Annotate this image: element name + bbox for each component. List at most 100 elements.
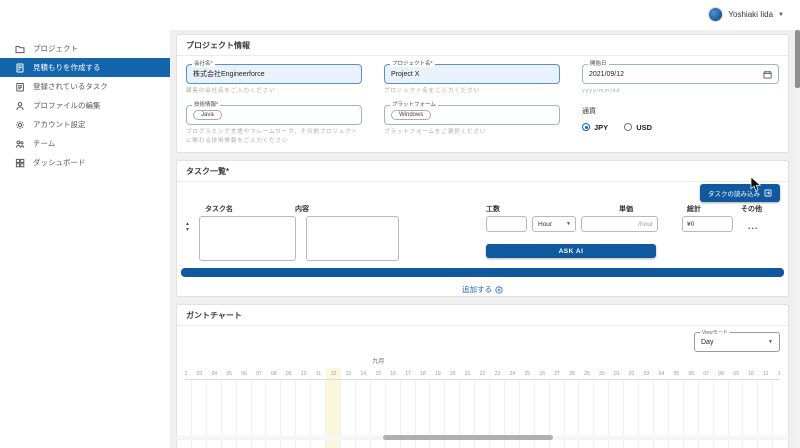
company-name-label: 会社名* [192, 61, 215, 67]
gantt-month-label: 九月 [372, 356, 384, 365]
view-mode-select[interactable]: Viewモード Day ▼ [694, 332, 780, 352]
settings-icon [15, 120, 25, 130]
gantt-title: ガントチャート [177, 305, 788, 326]
sidebar-item[interactable]: プロファイルの編集 [0, 96, 170, 115]
drag-handle[interactable]: ▲▼ [185, 222, 190, 233]
folder-icon [15, 44, 25, 54]
sidebar-item-label: ダッシュボード [33, 157, 86, 168]
platform-cell: プラットフォーム Windows プラットフォームをご選択ください [384, 105, 560, 146]
currency-label: 通貨 [582, 106, 779, 116]
col-hours: 工数 [486, 204, 500, 214]
gantt-day-label: 03 [639, 368, 654, 379]
import-icon [764, 189, 772, 197]
calendar-icon[interactable] [763, 70, 772, 79]
more-options-button[interactable]: ... [748, 222, 759, 231]
currency-cell: 通貨 JPY USD [582, 105, 779, 146]
tech-chip[interactable]: Java [193, 110, 222, 120]
task-name-input[interactable] [199, 216, 296, 261]
gantt-day-label: 06 [684, 368, 699, 379]
hours-input[interactable] [486, 216, 527, 232]
platform-helper-text: プラットフォームをご選択ください [384, 128, 560, 137]
gantt-day-label: 27 [550, 368, 565, 379]
view-mode-label: Viewモード [700, 329, 730, 336]
vertical-scrollbar[interactable] [795, 30, 800, 448]
sidebar-item[interactable]: アカウント設定 [0, 115, 170, 134]
gantt-day-label: 10 [743, 368, 758, 379]
gantt-day-label: 18 [416, 368, 431, 379]
gantt-day-label: 06 [237, 368, 252, 379]
add-task-button[interactable]: 追加する [462, 284, 503, 295]
sidebar-item-label: プロファイルの編集 [33, 100, 101, 111]
currency-radio-usd[interactable]: USD [624, 123, 652, 132]
company-cell: 会社名* 株式会社Engineerforce 顧客の会社名をご入力ください [186, 64, 362, 96]
task-list-title: タスク一覧* [177, 161, 788, 182]
project-name-label: プロジェクト名* [390, 61, 435, 67]
start-date-input[interactable]: 開始日 2021/09/12 [582, 64, 779, 84]
sidebar-menu: プロジェクト見積もりを作成する登録されているタスクプロファイルの編集アカウント設… [0, 39, 170, 172]
sidebar-item-label: 登録されているタスク [33, 81, 108, 92]
project-name-input[interactable]: プロジェクト名* Project X [384, 64, 560, 84]
sidebar-item[interactable]: 見積もりを作成する [0, 58, 170, 77]
gantt-day-label: 20 [445, 368, 460, 379]
date-format-hint: yyyy/mm/dd [582, 87, 779, 96]
vertical-scrollbar-thumb[interactable] [795, 30, 800, 88]
gantt-day-label: 08 [266, 368, 281, 379]
chevron-down-icon: ▼ [566, 221, 571, 227]
sidebar-item[interactable]: 登録されているタスク [0, 77, 170, 96]
col-description: 内容 [295, 204, 309, 214]
gantt-day-label: 12 [326, 368, 341, 379]
total-value: ¥0 [687, 221, 694, 228]
hours-unit-select[interactable]: Hour ▼ [532, 216, 576, 232]
view-mode-value: Day [701, 339, 713, 346]
sidebar-item-label: 見積もりを作成する [33, 62, 101, 73]
tech-info-input[interactable]: 技術情報* Java [186, 105, 362, 125]
radio-icon [582, 123, 590, 131]
sidebar-item[interactable]: ダッシュボード [0, 153, 170, 172]
horizontal-scrollbar[interactable] [176, 435, 789, 440]
sidebar-item[interactable]: プロジェクト [0, 39, 170, 58]
load-tasks-button[interactable]: タスクの読み込み [700, 184, 780, 202]
unit-price-input[interactable]: /hour [581, 216, 658, 232]
currency-radio-jpy[interactable]: JPY [582, 123, 608, 132]
sidebar: Engineerforce プロジェクト見積もりを作成する登録されているタスクプ… [0, 0, 170, 448]
project-cell: プロジェクト名* Project X プロジェクト名をご入力ください [384, 64, 560, 96]
sidebar-item[interactable]: チーム [0, 134, 170, 153]
user-menu[interactable]: Yoshiaki Iida ▼ [708, 7, 784, 22]
task-list-card: タスク一覧* タスクの読み込み タスク名 内容 工数 単価 総計 その他 ▲▼ … [176, 160, 789, 297]
divider-bar [181, 268, 784, 277]
ask-ai-button[interactable]: ASK AI [486, 244, 656, 258]
avatar [708, 7, 723, 22]
currency-option-label: JPY [594, 123, 608, 132]
radio-icon [624, 123, 632, 131]
gantt-day-label: 24 [505, 368, 520, 379]
project-helper-text: プロジェクト名をご入力ください [384, 87, 560, 96]
platform-input[interactable]: プラットフォーム Windows [384, 105, 560, 125]
gantt-day-label: 03 [192, 368, 207, 379]
gantt-day-label: 15 [371, 368, 386, 379]
start-date-value: 2021/09/12 [589, 71, 624, 78]
gantt-day-label: 02 [624, 368, 639, 379]
gantt-day-label: 01 [609, 368, 624, 379]
currency-option-label: USD [636, 123, 652, 132]
team-icon [15, 139, 25, 149]
col-unit-price: 単価 [619, 204, 633, 214]
company-name-input[interactable]: 会社名* 株式会社Engineerforce [186, 64, 362, 84]
gantt-day-label: 21 [460, 368, 475, 379]
platform-chip[interactable]: Windows [391, 110, 431, 120]
start-date-label: 開始日 [588, 61, 609, 67]
horizontal-scrollbar-thumb[interactable] [383, 435, 553, 440]
gantt-day-label: 26 [535, 368, 550, 379]
tech-cell: 技術情報* Java プログラミング言語やフレームワーク、その他プロジェクトに関… [186, 105, 362, 146]
gantt-day-label: 08 [714, 368, 729, 379]
dashboard-icon [15, 158, 25, 168]
col-other: その他 [741, 204, 762, 214]
gantt-day-label: 04 [654, 368, 669, 379]
gantt-day-label: 09 [281, 368, 296, 379]
task-description-input[interactable] [306, 216, 399, 261]
col-total: 総計 [687, 204, 701, 214]
gantt-day-label: 02 [185, 368, 192, 379]
col-task-name: タスク名 [205, 204, 233, 214]
gantt-day-label: 07 [699, 368, 714, 379]
company-name-value: 株式会社Engineerforce [193, 69, 265, 79]
company-helper-text: 顧客の会社名をご入力ください [186, 87, 362, 96]
